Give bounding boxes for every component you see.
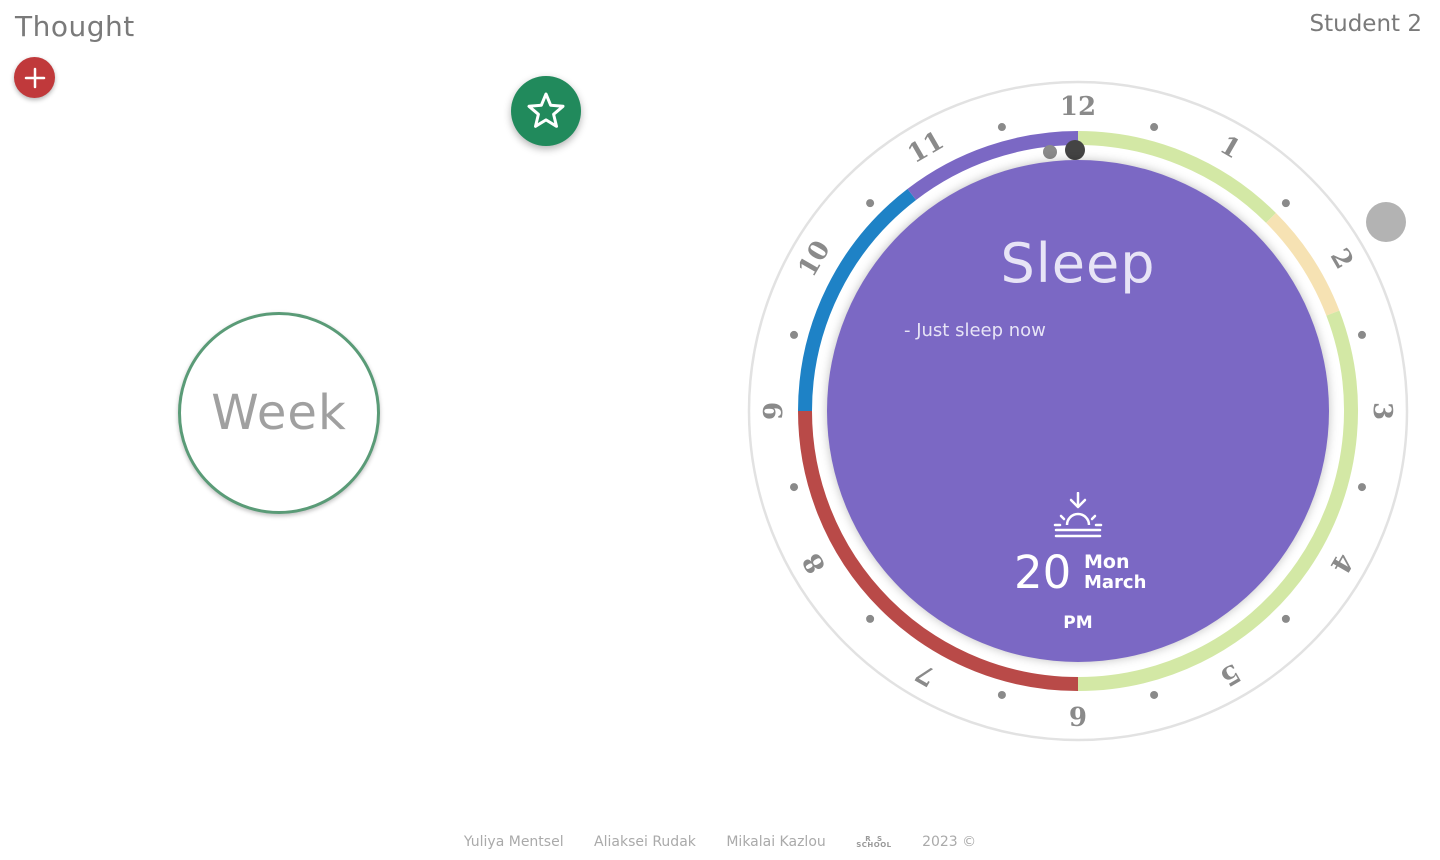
plus-icon — [24, 67, 45, 88]
clock-tick-dot — [1150, 690, 1159, 699]
day-clock: 12 1 2 3 4 5 6 7 8 9 10 11 Sleep - Just sleep now 2… — [747, 80, 1409, 742]
clock-tick-dot — [1150, 123, 1159, 132]
clock-hand-dot-small — [1043, 145, 1057, 159]
date-weekday: Mon — [1084, 551, 1130, 573]
school-logo[interactable]: R S SCHOOL — [856, 836, 891, 849]
clock-tick-dot — [1281, 199, 1290, 208]
clock-hour-label: 6 — [1069, 700, 1087, 730]
user-name[interactable]: Student 2 — [1310, 11, 1422, 37]
author-link[interactable]: Aliaksei Rudak — [594, 834, 696, 850]
author-link[interactable]: Mikalai Kazlou — [726, 834, 825, 850]
week-label: Week — [211, 385, 347, 441]
favorites-button[interactable] — [511, 76, 581, 146]
activity-title: Sleep — [1000, 232, 1156, 295]
add-button[interactable] — [14, 57, 55, 98]
footer: Yuliya Mentsel Aliaksei Rudak Mikalai Ka… — [0, 834, 1440, 850]
author-link[interactable]: Yuliya Mentsel — [464, 834, 564, 850]
date-day: 20 — [1014, 546, 1072, 599]
week-view-button[interactable]: Week — [178, 312, 380, 514]
clock-tick-dot — [790, 483, 799, 492]
clock-hour-label: 12 — [1060, 92, 1096, 122]
clock-tick-dot — [790, 330, 799, 339]
activity-face[interactable]: Sleep - Just sleep now 20 Mon March PM — [827, 160, 1329, 662]
clock-hour-label: 3 — [1367, 402, 1397, 420]
clock-tick-dot — [866, 199, 875, 208]
clock-hand-dot[interactable] — [1065, 140, 1085, 160]
activity-note: - Just sleep now — [904, 320, 1046, 341]
clock-tick-dot — [1357, 330, 1366, 339]
sunrise-icon — [1053, 492, 1103, 538]
date-month: March — [1084, 572, 1147, 593]
clock-tick-dot — [997, 123, 1006, 132]
app-title: Thought — [15, 10, 135, 43]
side-handle[interactable] — [1366, 202, 1406, 242]
star-icon — [527, 92, 565, 128]
copyright: 2023 © — [922, 834, 977, 850]
clock-tick-dot — [997, 690, 1006, 699]
am-pm-label: PM — [1063, 613, 1093, 633]
clock-hour-label: 9 — [759, 402, 789, 420]
clock-tick-dot — [1357, 483, 1366, 492]
